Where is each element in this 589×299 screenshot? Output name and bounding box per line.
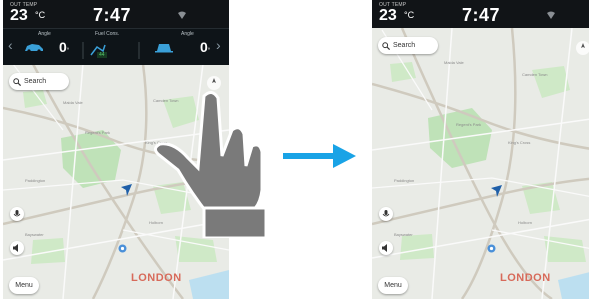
volume-button[interactable]: [10, 241, 24, 255]
volume-icon: [382, 244, 387, 252]
volume-icon: [13, 244, 18, 252]
poi-label: Bayswater: [394, 232, 413, 237]
compass-icon: [581, 43, 585, 48]
vehicle-info-bar: ‹ Angle 0° Fuel Cons. 44 Angle 0° ›: [3, 28, 229, 65]
temperature-unit: °C: [35, 10, 46, 20]
compass-button[interactable]: [576, 41, 589, 55]
chevron-left-icon[interactable]: ‹: [8, 37, 13, 53]
poi-pin-icon: [487, 244, 496, 253]
menu-button[interactable]: Menu: [378, 277, 408, 294]
microphone-button[interactable]: [10, 207, 24, 221]
tap-hand-icon: [153, 91, 268, 238]
outside-temperature: 23: [10, 7, 28, 24]
arrow-right-icon: [283, 144, 356, 168]
wifi-icon: [178, 11, 186, 19]
wifi-icon: [547, 11, 555, 19]
fuel-consumption-value: 44: [97, 52, 107, 58]
poi-label: Camden Town: [522, 72, 548, 77]
poi-label: King's Cross: [508, 140, 531, 145]
poi-label: Bayswater: [25, 232, 44, 237]
poi-label: Maida Vale: [444, 60, 464, 65]
microphone-icon: [382, 210, 390, 217]
chevron-right-icon[interactable]: ›: [216, 37, 221, 53]
clock: 7:47: [93, 5, 132, 25]
status-bar: OUT TEMP 23 °C 7:47: [3, 0, 229, 28]
status-bar: OUT TEMP 23 °C 7:47: [372, 0, 589, 28]
search-button[interactable]: Search: [378, 37, 438, 54]
infotainment-screen-after: Maida Vale Regent's Park King's Cross Ca…: [372, 0, 589, 299]
car-pitch-icon: [25, 44, 43, 53]
fuel-gauge-icon: [82, 42, 140, 59]
temperature-unit: °C: [404, 10, 415, 20]
angle-value-right: 0°: [200, 39, 211, 55]
poi-label: Holborn: [518, 220, 533, 225]
outside-temperature: 23: [379, 7, 397, 24]
current-location-arrow-icon: [121, 184, 132, 196]
fuel-consumption-label: Fuel Cons.: [95, 31, 120, 37]
poi-label: Maida Vale: [63, 100, 83, 105]
car-roll-icon: [155, 44, 173, 53]
search-label: Search: [24, 78, 47, 85]
search-label: Search: [393, 42, 416, 49]
poi-label: Paddington: [394, 178, 415, 183]
angle-label-right: Angle: [181, 31, 194, 37]
microphone-button[interactable]: [379, 207, 393, 221]
microphone-icon: [13, 210, 21, 217]
search-icon: [382, 41, 390, 50]
poi-label: Regent's Park: [85, 130, 110, 135]
city-label: LONDON: [500, 272, 551, 284]
poi-pin-icon: [118, 244, 127, 253]
poi-label: Regent's Park: [456, 122, 481, 127]
search-icon: [13, 77, 21, 86]
current-location-arrow-icon: [491, 185, 502, 197]
city-label: LONDON: [131, 272, 182, 284]
angle-value-left: 0°: [59, 39, 70, 55]
angle-label-left: Angle: [38, 31, 51, 37]
volume-button[interactable]: [379, 241, 393, 255]
search-button[interactable]: Search: [9, 73, 69, 90]
menu-button[interactable]: Menu: [9, 277, 39, 294]
poi-label: Paddington: [25, 178, 46, 183]
clock: 7:47: [462, 5, 501, 25]
